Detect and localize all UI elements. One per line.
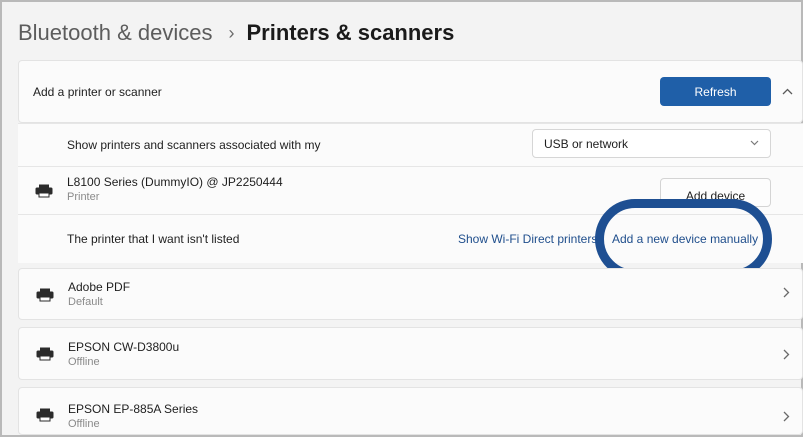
chevron-right-icon — [783, 285, 790, 301]
wifi-direct-link[interactable]: Show Wi-Fi Direct printers — [458, 232, 597, 246]
printer-icon — [36, 408, 54, 422]
printer-name: EPSON EP-885A Series — [68, 402, 199, 416]
printer-icon — [36, 347, 54, 361]
printer-name: Adobe PDF — [68, 280, 131, 294]
show-associated-label: Show printers and scanners associated wi… — [67, 138, 321, 152]
association-select[interactable]: USB or network — [532, 129, 771, 158]
breadcrumb-parent[interactable]: Bluetooth & devices — [18, 20, 212, 46]
add-device-button[interactable]: Add device — [660, 178, 771, 207]
printer-status: Default — [68, 296, 103, 308]
printer-icon — [36, 288, 54, 302]
page-title: Printers & scanners — [246, 20, 455, 45]
printer-status: Offline — [68, 418, 100, 430]
association-select-value: USB or network — [544, 136, 629, 151]
found-device-name: L8100 Series (DummyIO) @ JP2250444 — [67, 174, 283, 189]
found-device-type: Printer — [67, 190, 100, 203]
chevron-right-icon — [783, 409, 790, 425]
printer-icon — [35, 184, 53, 198]
add-printer-label: Add a printer or scanner — [33, 85, 162, 99]
printer-item-epson-ep-885a[interactable]: EPSON EP-885A Series Offline — [18, 387, 803, 435]
breadcrumb-separator-icon: › — [228, 22, 235, 43]
not-listed-label: The printer that I want isn't listed — [67, 232, 240, 246]
chevron-right-icon — [783, 347, 790, 363]
printer-item-epson-cw-d3800u[interactable]: EPSON CW-D3800u Offline — [18, 327, 803, 380]
refresh-button[interactable]: Refresh — [660, 77, 771, 106]
printer-name: EPSON CW-D3800u — [68, 340, 180, 354]
chevron-down-icon — [750, 138, 759, 149]
chevron-up-icon[interactable] — [777, 80, 797, 102]
breadcrumb: Bluetooth & devices › Printers & scanner… — [18, 16, 454, 50]
printer-status: Offline — [68, 356, 100, 368]
add-device-manually-link[interactable]: Add a new device manually — [612, 232, 758, 246]
printer-item-adobe-pdf[interactable]: Adobe PDF Default — [18, 268, 803, 320]
